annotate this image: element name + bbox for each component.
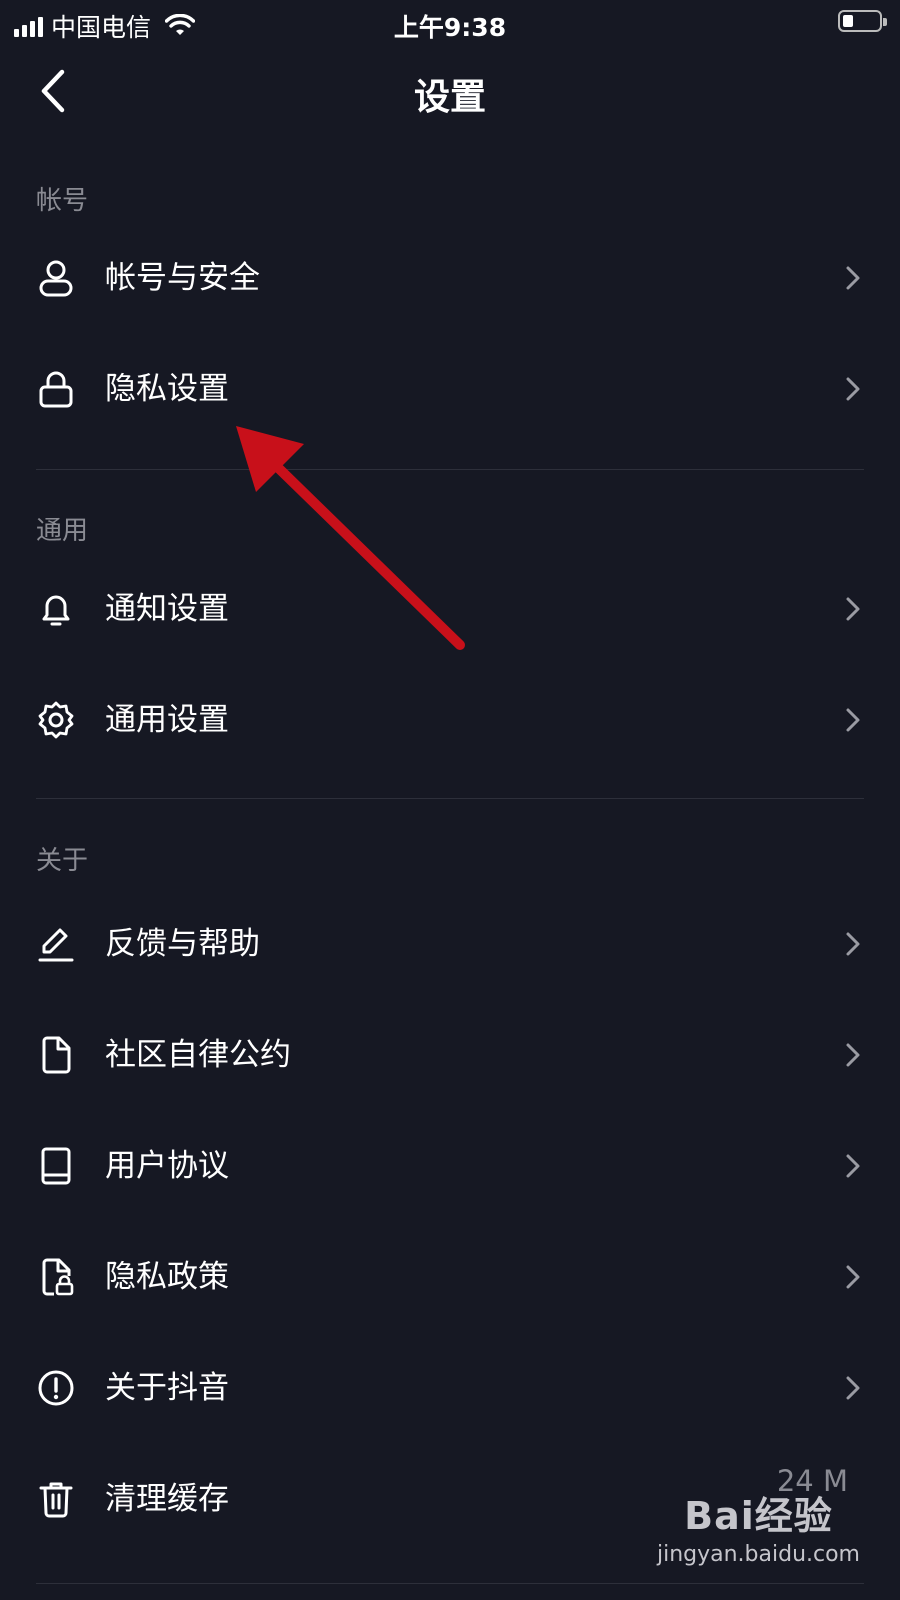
pencil-icon (38, 928, 74, 962)
chevron-right-icon (846, 708, 860, 732)
menu-item-community-guidelines[interactable]: 社区自律公约 (0, 1005, 900, 1105)
menu-item-label: 清理缓存 (105, 1481, 229, 1517)
trash-icon (39, 1482, 73, 1518)
exclamation-circle-icon (38, 1370, 74, 1406)
page-title: 设置 (413, 77, 486, 118)
section-divider (36, 469, 864, 470)
baidu-jingyan-watermark: Bai经验 jingyan.baidu.com (657, 1485, 860, 1567)
menu-item-label: 通用设置 (105, 702, 229, 738)
menu-item-general-settings[interactable]: 通用设置 (0, 670, 900, 770)
menu-item-account-security[interactable]: 帐号与安全 (0, 228, 900, 328)
menu-item-label: 用户协议 (105, 1148, 229, 1184)
menu-item-privacy-policy[interactable]: 隐私政策 (0, 1227, 900, 1327)
menu-item-user-agreement[interactable]: 用户协议 (0, 1116, 900, 1216)
menu-item-privacy-settings[interactable]: 隐私设置 (0, 339, 900, 439)
lock-icon (39, 371, 73, 408)
gear-icon (38, 701, 74, 739)
menu-item-label: 通知设置 (105, 591, 229, 627)
chevron-right-icon (846, 597, 860, 621)
menu-item-notification-settings[interactable]: 通知设置 (0, 559, 900, 659)
document-lock-icon (42, 1258, 74, 1296)
chevron-right-icon (846, 1265, 860, 1289)
menu-item-label: 隐私设置 (105, 371, 229, 407)
menu-item-label: 帐号与安全 (105, 260, 260, 296)
user-icon (39, 260, 73, 297)
chevron-right-icon (846, 932, 860, 956)
watermark-brand: Bai经验 (684, 1494, 833, 1538)
bell-icon (42, 595, 70, 626)
menu-item-feedback-help[interactable]: 反馈与帮助 (0, 894, 900, 994)
chevron-right-icon (846, 266, 860, 290)
section-header-account: 帐号 (36, 186, 89, 216)
section-divider (36, 1583, 864, 1584)
chevron-right-icon (846, 1376, 860, 1400)
book-icon (41, 1147, 71, 1185)
section-header-about: 关于 (36, 846, 89, 876)
menu-item-label: 反馈与帮助 (105, 926, 260, 962)
menu-item-label: 社区自律公约 (105, 1037, 291, 1073)
chevron-right-icon (846, 1043, 860, 1067)
section-header-general: 通用 (36, 516, 89, 546)
menu-item-label: 隐私政策 (105, 1259, 229, 1295)
status-time: 上午9:38 (393, 13, 507, 42)
battery-icon (838, 10, 887, 32)
chevron-right-icon (846, 377, 860, 401)
section-divider (36, 798, 864, 799)
status-bar: 中国电信 上午9:38 (0, 0, 900, 46)
menu-item-about-douyin[interactable]: 关于抖音 (0, 1338, 900, 1438)
menu-item-label: 关于抖音 (105, 1370, 229, 1406)
document-icon (42, 1036, 71, 1074)
navigation-bar: 设置 (0, 46, 900, 138)
chevron-right-icon (846, 1154, 860, 1178)
watermark-url: jingyan.baidu.com (656, 1542, 860, 1567)
